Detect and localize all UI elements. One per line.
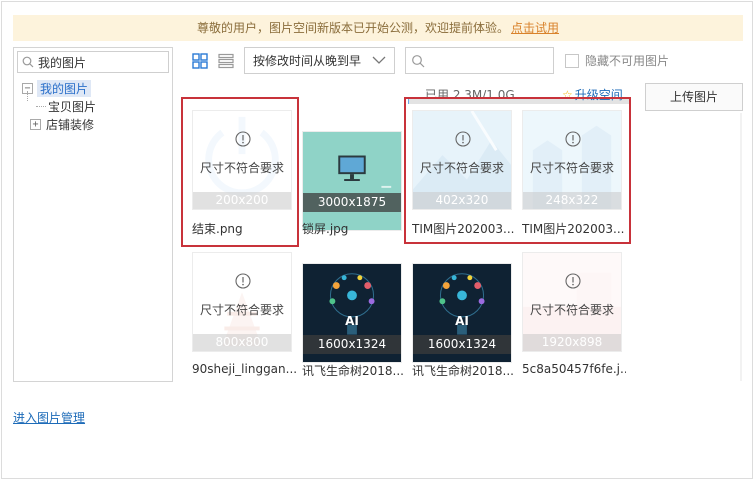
thumbnail-image	[303, 132, 401, 230]
image-thumbnail[interactable]: 尺寸不符合要求 800x800	[192, 252, 292, 352]
image-thumbnail[interactable]: 3000x1875	[302, 131, 402, 231]
chevron-down-icon	[372, 56, 386, 64]
folder-tree: − 我的图片 宝贝图片 + 店铺装修	[14, 73, 172, 133]
size-warning-text: 尺寸不符合要求	[199, 303, 284, 317]
try-now-link[interactable]: 点击试用	[511, 21, 559, 35]
beta-notice-banner: 尊敬的用户，图片空间新版本已开始公测，欢迎提前体验。 点击试用	[13, 15, 743, 41]
hide-unusable-toggle[interactable]: 隐藏不可用图片	[565, 52, 669, 69]
notice-text: 尊敬的用户，图片空间新版本已开始公测，欢迎提前体验。	[196, 21, 509, 35]
folder-search-field[interactable]	[17, 51, 169, 73]
dimensions-badge: 1600x1324	[413, 335, 511, 354]
list-view-icon[interactable]	[218, 53, 234, 69]
tree-connector	[36, 105, 46, 107]
tree-item-shop-decoration[interactable]: + 店铺装修	[22, 115, 172, 133]
file-name[interactable]: 90sheji_linggan...	[192, 362, 296, 376]
highlight-box	[181, 97, 299, 247]
dimensions-badge: 1600x1324	[303, 335, 401, 354]
image-search-field[interactable]	[405, 47, 554, 74]
hide-unusable-checkbox[interactable]	[565, 53, 579, 68]
warning-icon	[235, 273, 251, 289]
search-icon	[412, 54, 425, 67]
tree-item-label[interactable]: 宝贝图片	[48, 98, 96, 115]
tree-item-my-images[interactable]: − 我的图片	[22, 79, 172, 97]
highlight-box	[404, 97, 631, 244]
warning-icon	[565, 273, 581, 289]
thumbnail-overlay-text: AI	[345, 314, 359, 328]
manage-images-link[interactable]: 进入图片管理	[13, 409, 85, 426]
upload-image-button[interactable]: 上传图片	[645, 83, 743, 111]
tree-item-label[interactable]: 我的图片	[37, 79, 92, 97]
image-thumbnail[interactable]: AI 1600x1324	[302, 263, 402, 363]
folder-sidebar: − 我的图片 宝贝图片 + 店铺装修	[13, 47, 173, 382]
tree-item-product-images[interactable]: 宝贝图片	[22, 97, 172, 115]
file-name[interactable]: 5c8a50457f6fe.j...	[522, 362, 626, 376]
dimensions-badge: 1920x898	[523, 334, 621, 351]
sort-order-select[interactable]: 按修改时间从晚到早	[244, 47, 395, 74]
expand-toggle-icon[interactable]: +	[30, 118, 41, 130]
image-search-input[interactable]	[429, 53, 549, 68]
thumbnail-overlay-text: AI	[455, 314, 469, 328]
sort-order-value: 按修改时间从晚到早	[253, 54, 362, 68]
dimensions-badge: 800x800	[193, 334, 291, 351]
dimensions-badge: 3000x1875	[303, 193, 401, 212]
search-icon	[22, 56, 34, 68]
size-warning-text: 尺寸不符合要求	[529, 303, 614, 317]
file-name[interactable]: 讯飞生命树2018...	[302, 362, 406, 379]
hide-unusable-label: 隐藏不可用图片	[585, 54, 670, 68]
tree-item-label[interactable]: 店铺装修	[46, 116, 94, 133]
file-name[interactable]: 锁屏.jpg	[302, 220, 406, 237]
grid-view-icon[interactable]	[192, 53, 208, 69]
image-thumbnail[interactable]: 尺寸不符合要求 1920x898	[522, 252, 622, 352]
folder-search-input[interactable]	[38, 55, 158, 69]
thumbnail-scrollbar[interactable]	[738, 113, 744, 381]
image-thumbnail[interactable]: AI 1600x1324	[412, 263, 512, 363]
file-name[interactable]: 讯飞生命树2018...	[412, 362, 516, 379]
